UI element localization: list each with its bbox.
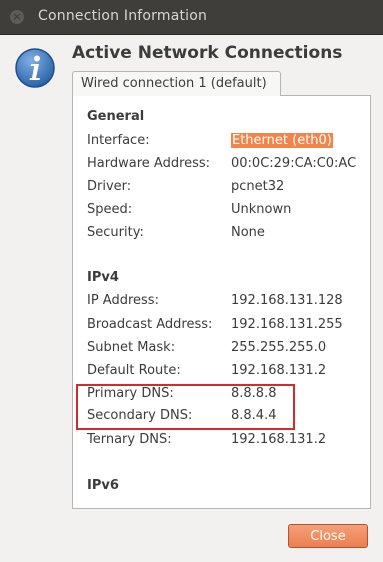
section-ipv6-heading: IPv6 [87,478,119,493]
section-ipv4-heading: IPv4 [87,270,119,285]
broadcast-address-value: 192.168.131.255 [231,317,343,332]
interface-value: Ethernet (eth0) [231,133,333,148]
security-value: None [231,225,265,240]
speed-label: Speed: [87,202,133,217]
ternary-dns-label: Ternary DNS: [87,432,172,447]
broadcast-address-label: Broadcast Address: [87,317,213,332]
window-title: Connection Information [38,8,208,24]
ip-address-label: IP Address: [87,293,159,308]
interface-value-text: Ethernet (eth0) [231,133,333,148]
dns-annotation-box [76,384,295,430]
section-general-heading: General [87,109,145,124]
driver-label: Driver: [87,179,132,194]
default-route-value: 192.168.131.2 [231,363,327,378]
window-titlebar: × Connection Information [0,0,383,35]
subnet-mask-label: Subnet Mask: [87,340,176,355]
security-label: Security: [87,225,144,240]
driver-value: pcnet32 [231,179,285,194]
interface-label: Interface: [87,133,150,148]
speed-value: Unknown [231,202,292,217]
close-button[interactable]: Close [288,524,368,548]
hardware-address-label: Hardware Address: [87,156,211,171]
close-icon[interactable]: × [10,10,24,24]
tab-label: Wired connection 1 (default) [81,76,267,91]
page-title: Active Network Connections [72,43,343,63]
info-icon [15,48,55,88]
hardware-address-value: 00:0C:29:CA:C0:AC [231,156,357,171]
default-route-label: Default Route: [87,363,181,378]
ip-address-value: 192.168.131.128 [231,293,343,308]
tab-wired-connection-1[interactable]: Wired connection 1 (default) [72,71,281,96]
subnet-mask-value: 255.255.255.0 [231,340,327,355]
ternary-dns-value: 192.168.131.2 [231,432,327,447]
